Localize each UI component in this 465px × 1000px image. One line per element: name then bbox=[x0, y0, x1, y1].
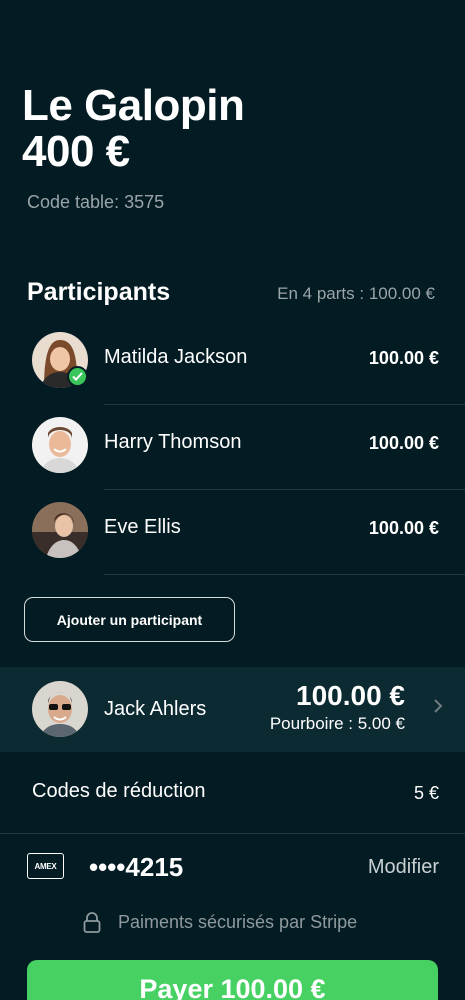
tip-amount: Pourboire : 5.00 € bbox=[269, 714, 405, 733]
table-code: Code table: 3575 bbox=[27, 192, 165, 212]
lock-icon bbox=[83, 912, 101, 939]
secure-payment-notice: Paiments sécurisés par Stripe bbox=[0, 910, 465, 936]
avatar bbox=[32, 502, 88, 558]
participant-amount: 100.00 € bbox=[368, 348, 439, 368]
split-info: En 4 parts : 100.00 € bbox=[277, 284, 435, 303]
participant-name: Harry Thomson bbox=[104, 431, 242, 453]
discount-codes-row[interactable]: Codes de réduction 5 € bbox=[0, 752, 465, 834]
participant-amount: 100.00 € bbox=[368, 518, 439, 538]
add-participant-button[interactable]: Ajouter un participant bbox=[24, 597, 235, 642]
card-number: ••••4215 bbox=[89, 852, 184, 882]
modify-card-link[interactable]: Modifier bbox=[368, 856, 439, 879]
participant-amount: 100.00 € bbox=[368, 433, 439, 453]
payer-row[interactable]: Jack Ahlers 100.00 € Pourboire : 5.00 € bbox=[0, 667, 465, 752]
payer-amount: 100.00 € bbox=[296, 680, 405, 711]
secure-text: Paiments sécurisés par Stripe bbox=[118, 912, 358, 932]
avatar bbox=[32, 417, 88, 473]
participant-name: Matilda Jackson bbox=[104, 346, 248, 368]
participant-row[interactable]: Matilda Jackson 100.00 € bbox=[0, 330, 465, 414]
restaurant-name: Le Galopin bbox=[22, 81, 245, 130]
amex-card-icon: AMEX bbox=[27, 853, 64, 879]
discount-label: Codes de réduction bbox=[32, 780, 206, 802]
participants-header: Participants En 4 parts : 100.00 € bbox=[27, 276, 437, 308]
pay-button[interactable]: Payer 100.00 € bbox=[27, 960, 438, 1000]
divider bbox=[104, 489, 465, 490]
divider bbox=[104, 404, 465, 405]
participant-row[interactable]: Harry Thomson 100.00 € bbox=[0, 415, 465, 499]
payment-card-row: AMEX ••••4215 Modifier bbox=[0, 835, 465, 900]
bill-total: 400 € bbox=[22, 127, 130, 176]
discount-value: 5 € bbox=[413, 783, 439, 803]
paid-check-icon bbox=[67, 366, 88, 387]
avatar bbox=[32, 681, 88, 737]
divider bbox=[104, 574, 465, 575]
participant-name: Eve Ellis bbox=[104, 516, 181, 538]
participant-row[interactable]: Eve Ellis 100.00 € bbox=[0, 500, 465, 584]
restaurant-header: Le Galopin 400 € bbox=[22, 81, 245, 176]
participants-title: Participants bbox=[27, 278, 171, 306]
payer-name: Jack Ahlers bbox=[104, 698, 207, 720]
chevron-right-icon bbox=[433, 698, 443, 719]
